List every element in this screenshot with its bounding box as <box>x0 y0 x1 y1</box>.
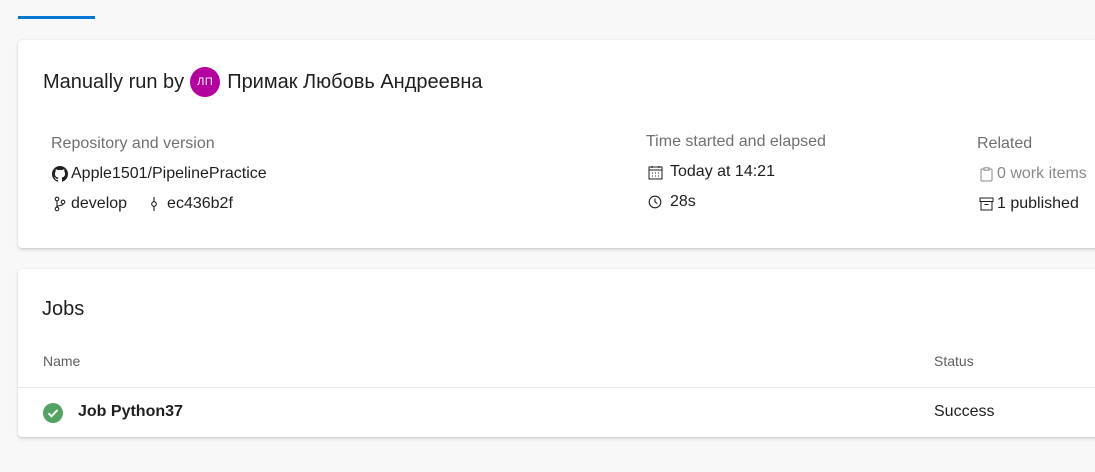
repository-name: Apple1501/PipelinePractice <box>71 165 267 182</box>
run-title: Manually run by ЛП Примак Любовь Андреев… <box>43 67 483 97</box>
column-header-name[interactable]: Name <box>43 353 80 369</box>
job-status: Success <box>934 403 995 420</box>
branch-icon <box>51 195 69 213</box>
published-count: 1 published <box>997 195 1079 212</box>
clock-icon <box>646 193 664 211</box>
published-row[interactable]: 1 published <box>977 194 1087 214</box>
time-label: Time started and elapsed <box>646 133 826 150</box>
run-summary-card: Manually run by ЛП Примак Любовь Андреев… <box>18 40 1095 248</box>
work-item-icon <box>977 165 995 183</box>
work-items-count: 0 work items <box>997 165 1087 182</box>
jobs-title: Jobs <box>42 298 85 320</box>
version-row: develop ec436b2f <box>51 194 267 214</box>
user-avatar[interactable]: ЛП <box>190 67 221 97</box>
jobs-card: Jobs Name Status Job Python37 Success <box>18 269 1095 437</box>
calendar-icon <box>646 163 664 181</box>
run-prefix: Manually run by <box>43 70 185 93</box>
user-name[interactable]: Примак Любовь Андреевна <box>227 71 482 94</box>
commit-hash[interactable]: ec436b2f <box>167 195 233 213</box>
branch-name[interactable]: develop <box>71 195 127 213</box>
table-row[interactable]: Job Python37 Success <box>18 388 1095 437</box>
github-icon <box>51 165 69 183</box>
artifact-icon <box>977 195 995 213</box>
active-tab-indicator <box>18 16 95 19</box>
column-header-status[interactable]: Status <box>934 353 974 369</box>
elapsed-row: 28s <box>646 192 826 212</box>
started-row: Today at 14:21 <box>646 162 826 182</box>
job-name: Job Python37 <box>78 403 183 420</box>
repository-link[interactable]: Apple1501/PipelinePractice <box>51 164 267 184</box>
start-time: Today at 14:21 <box>670 163 775 180</box>
elapsed-time: 28s <box>670 193 696 210</box>
repository-section: Repository and version Apple1501/Pipelin… <box>51 134 267 214</box>
time-section: Time started and elapsed Today at 14:21 … <box>646 132 826 212</box>
commit-icon <box>145 195 163 213</box>
related-label: Related <box>977 135 1033 152</box>
success-check-icon <box>43 403 63 423</box>
repository-label: Repository and version <box>51 135 215 152</box>
work-items-row: 0 work items <box>977 164 1087 184</box>
related-section: Related 0 work items 1 published <box>977 134 1087 214</box>
